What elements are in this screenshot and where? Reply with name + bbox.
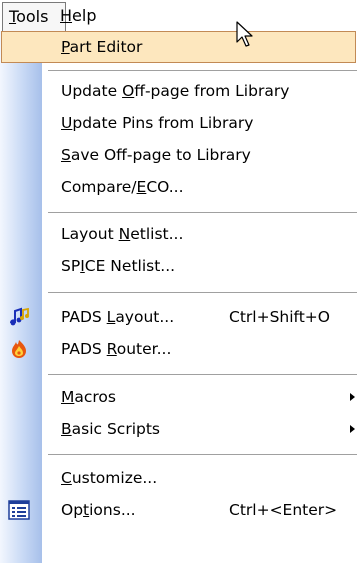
menu-tools-text-rest: ools — [16, 7, 49, 26]
menu-item-update-off-page-from-library[interactable]: Update Off-page from Library — [0, 75, 357, 107]
menu-item-label: Basic Scripts — [61, 420, 161, 438]
menu-separator — [48, 212, 357, 213]
menu-item-shortcut: Ctrl+<Enter> — [229, 501, 338, 519]
menu-item-label: Save Off-page to Library — [61, 146, 251, 164]
menu-item-label: Options... — [61, 501, 136, 519]
menu-item-shortcut: Ctrl+Shift+O — [229, 308, 330, 326]
menu-item-part-editor[interactable]: Part Editor — [0, 31, 357, 63]
menu-item-layout-netlist[interactable]: Layout Netlist... — [0, 218, 357, 250]
pads-router-icon — [12, 340, 26, 358]
menu-item-pads-layout[interactable]: PADS Layout... Ctrl+Shift+O — [0, 301, 357, 333]
menu-item-customize[interactable]: Customize... — [0, 462, 357, 494]
menu-item-basic-scripts[interactable]: Basic Scripts — [0, 413, 357, 445]
menu-item-spice-netlist[interactable]: SPICE Netlist... — [0, 250, 357, 282]
menu-item-label: Update Pins from Library — [61, 114, 254, 132]
menu-item-label: PADS Router... — [61, 340, 172, 358]
menu-item-macros[interactable]: Macros — [0, 381, 357, 413]
menu-help[interactable]: Help — [54, 2, 102, 30]
submenu-arrow-icon — [350, 393, 355, 401]
menu-tools-accelerator: T — [9, 7, 17, 26]
tools-dropdown-menu: Part Editor Update Off-page from Library… — [0, 31, 357, 563]
menu-item-label: PADS Layout... — [61, 308, 175, 326]
menu-item-label: Part Editor — [61, 38, 143, 56]
menu-item-label: Customize... — [61, 469, 158, 487]
options-icon — [8, 500, 30, 520]
menu-help-text-rest: elp — [72, 6, 97, 25]
menu-help-accelerator: H — [60, 6, 73, 25]
menu-separator — [48, 292, 357, 293]
menu-item-label: Macros — [61, 388, 116, 406]
menu-bar: Tools Help — [0, 0, 357, 31]
menu-item-label: SPICE Netlist... — [61, 257, 176, 275]
menu-separator — [48, 70, 357, 71]
mouse-cursor-icon — [236, 21, 253, 47]
menu-item-label: Compare/ECO... — [61, 178, 184, 196]
menu-item-compare-eco[interactable]: Compare/ECO... — [0, 171, 357, 203]
menu-item-options[interactable]: Options... Ctrl+<Enter> — [0, 494, 357, 526]
menu-item-save-off-page-to-library[interactable]: Save Off-page to Library — [0, 139, 357, 171]
menu-item-label: Layout Netlist... — [61, 225, 184, 243]
menu-item-label: Update Off-page from Library — [61, 82, 290, 100]
menu-item-pads-router[interactable]: PADS Router... — [0, 333, 357, 365]
submenu-arrow-icon — [350, 425, 355, 433]
pads-layout-icon — [10, 307, 29, 326]
menu-item-highlight — [1, 31, 356, 63]
menu-item-update-pins-from-library[interactable]: Update Pins from Library — [0, 107, 357, 139]
menu-separator — [48, 374, 357, 375]
menu-separator — [48, 454, 357, 455]
